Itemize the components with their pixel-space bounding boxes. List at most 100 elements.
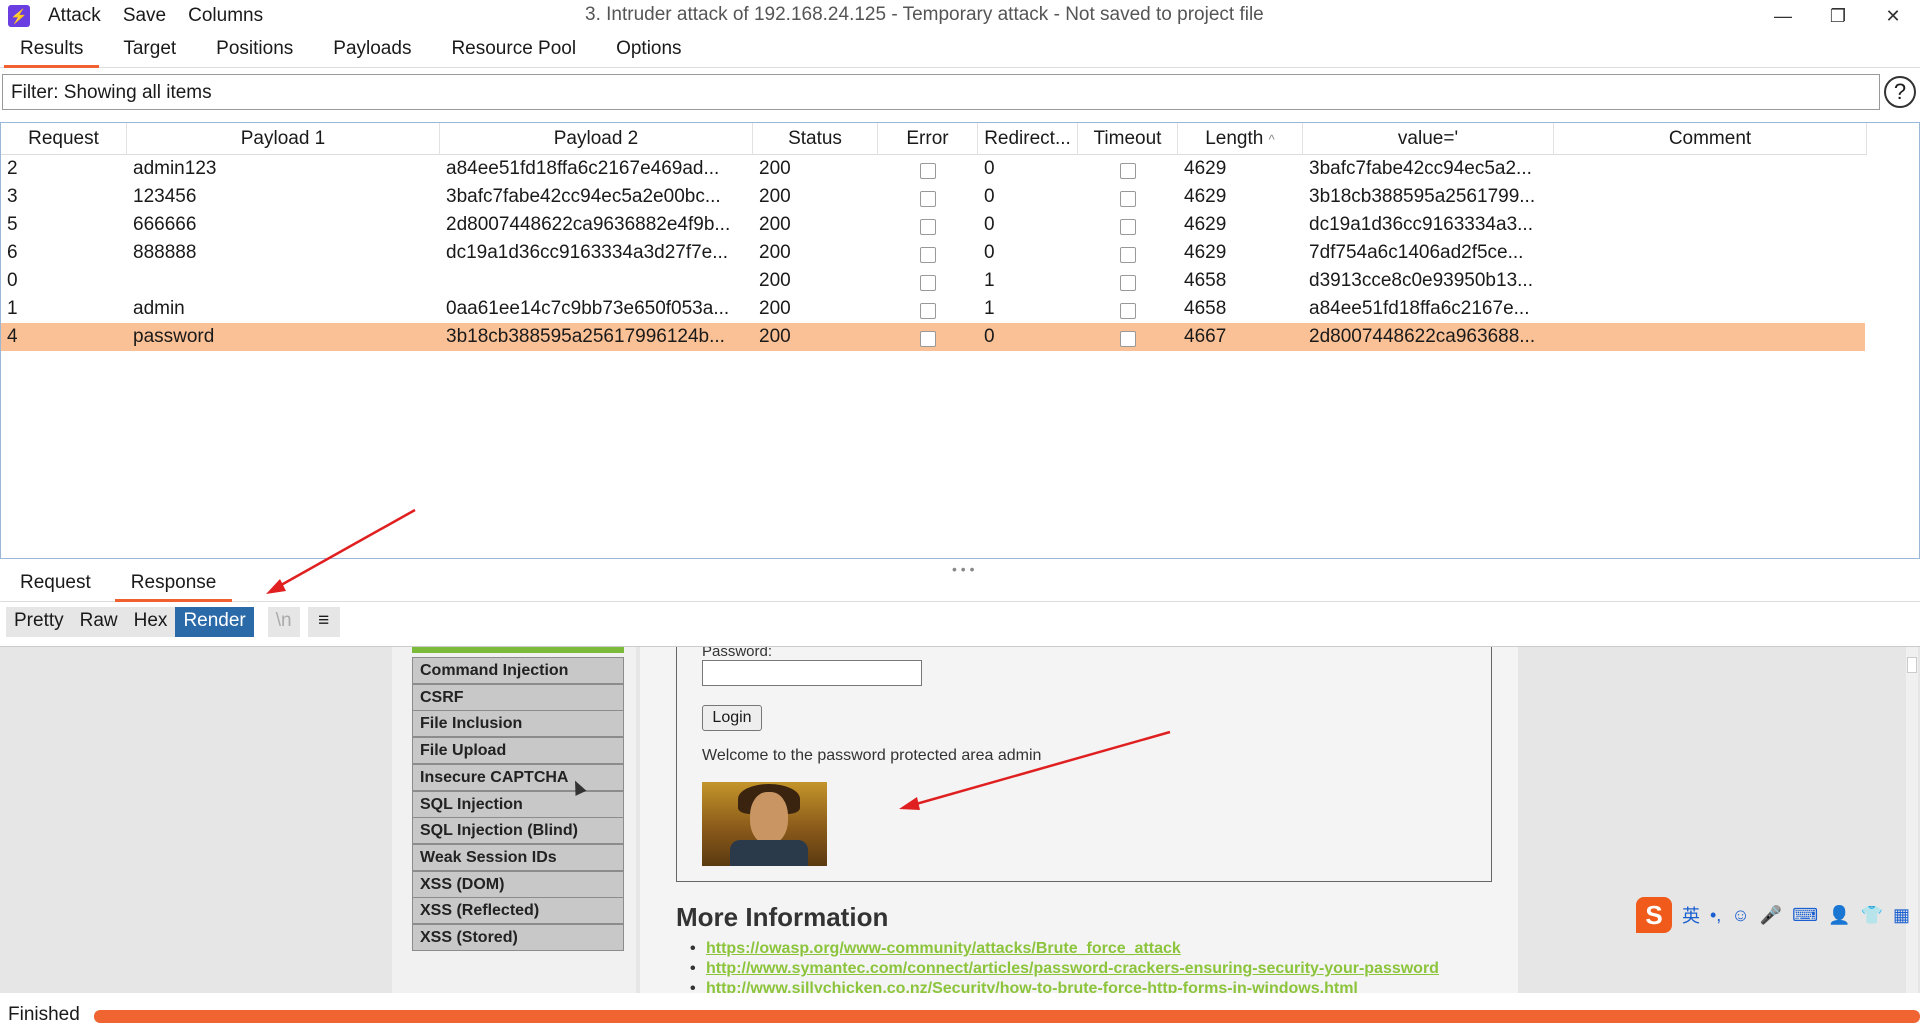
more-information-heading: More Information	[676, 902, 889, 932]
tab-positions[interactable]: Positions	[196, 32, 313, 68]
ime-user-icon[interactable]: 👤	[1828, 905, 1850, 926]
col-status[interactable]: Status	[753, 123, 878, 155]
nav-item[interactable]: CSRF	[412, 683, 624, 711]
menu-columns[interactable]: Columns	[188, 5, 263, 27]
minimize-button[interactable]: —	[1756, 0, 1810, 32]
checkbox-icon	[920, 331, 936, 347]
password-input[interactable]	[702, 660, 922, 686]
nav-active-item	[412, 647, 624, 653]
checkbox-icon	[920, 191, 936, 207]
table-row[interactable]: 4 password 3b18cb388595a25617996124b... 200…	[1, 323, 1865, 351]
col-redirect[interactable]: Redirect...	[978, 123, 1078, 155]
link-owasp[interactable]: https://owasp.org/www-community/attacks/…	[690, 940, 1439, 958]
raw-button[interactable]: Raw	[71, 607, 126, 637]
col-payload2[interactable]: Payload 2	[440, 123, 753, 155]
cell-value: 3bafc7fabe42cc94ec5a2...	[1309, 158, 1532, 179]
hex-button[interactable]: Hex	[125, 607, 176, 637]
restore-button[interactable]: ❐	[1811, 0, 1865, 32]
cell-request: 3	[7, 186, 18, 207]
col-length[interactable]: Length ^	[1178, 123, 1303, 155]
table-row[interactable]: 1 admin 0aa61ee14c7c9bb73e650f053a... 200 1 4…	[1, 295, 1865, 323]
nav-item[interactable]: Insecure CAPTCHA	[412, 763, 624, 791]
password-label: Password:	[702, 646, 773, 660]
link-sillychicken[interactable]: http://www.sillychicken.co.nz/Security/h…	[690, 980, 1439, 993]
nav-item[interactable]: File Upload	[412, 737, 624, 765]
menu-bar: Attack Save Columns	[48, 5, 285, 27]
ime-skin-icon[interactable]: 👕	[1861, 905, 1883, 926]
checkbox-icon	[920, 163, 936, 179]
window-title: 3. Intruder attack of 192.168.24.125 - T…	[585, 4, 1264, 25]
render-scroll-thumb[interactable]	[1907, 657, 1917, 673]
col-value[interactable]: value='	[1303, 123, 1554, 155]
cell-length: 4629	[1184, 186, 1227, 207]
cell-status: 200	[759, 242, 791, 263]
table-row[interactable]: 2 admin123 a84ee51fd18ffa6c2167e469ad... 20…	[1, 155, 1865, 183]
checkbox-icon	[1120, 247, 1136, 263]
login-button[interactable]: Login	[702, 705, 762, 731]
menu-lines-icon[interactable]: ≡	[307, 607, 340, 637]
nav-item[interactable]: File Inclusion	[412, 710, 624, 738]
cell-request: 1	[7, 298, 18, 319]
nav-item[interactable]: SQL Injection	[412, 790, 624, 818]
tab-resource-pool[interactable]: Resource Pool	[431, 32, 596, 68]
sogou-ime-icon[interactable]: S	[1636, 897, 1672, 933]
tab-options[interactable]: Options	[596, 32, 701, 68]
nav-item[interactable]: Weak Session IDs	[412, 843, 624, 871]
results-table: Request Payload 1 Payload 2 Status Error…	[0, 122, 1920, 559]
rendered-response: Command Injection CSRF File Inclusion File …	[0, 646, 1920, 993]
menu-attack[interactable]: Attack	[48, 5, 101, 27]
help-icon[interactable]: ?	[1884, 76, 1916, 108]
col-timeout[interactable]: Timeout	[1078, 123, 1178, 155]
nav-item[interactable]: XSS (Reflected)	[412, 897, 624, 925]
cell-timeout	[1078, 239, 1178, 267]
menu-save[interactable]: Save	[123, 5, 166, 27]
cell-timeout	[1078, 155, 1178, 183]
cell-payload2: 3bafc7fabe42cc94ec5a2e00bc...	[446, 186, 721, 207]
tab-request[interactable]: Request	[0, 566, 111, 602]
tab-results[interactable]: Results	[0, 32, 103, 68]
ime-voice-icon[interactable]: 🎤	[1760, 905, 1782, 926]
cell-error	[878, 183, 978, 211]
nav-item[interactable]: Command Injection	[412, 657, 624, 684]
col-request[interactable]: Request	[1, 123, 127, 155]
cell-redirect: 1	[984, 298, 995, 319]
cell-timeout	[1078, 211, 1178, 239]
cell-error	[878, 323, 978, 351]
render-scrollbar[interactable]	[1906, 647, 1918, 993]
tab-payloads[interactable]: Payloads	[313, 32, 431, 68]
checkbox-icon	[1120, 219, 1136, 235]
ime-punctuation-icon[interactable]: •,	[1710, 905, 1721, 926]
cell-redirect: 0	[984, 326, 995, 347]
col-payload1[interactable]: Payload 1	[127, 123, 440, 155]
cell-payload1: 666666	[133, 214, 197, 235]
tab-target[interactable]: Target	[103, 32, 196, 68]
table-row[interactable]: 5 666666 2d8007448622ca9636882e4f9b... 200 0…	[1, 211, 1865, 239]
table-row[interactable]: 6 888888 dc19a1d36cc9163334a3d27f7e... 200 0…	[1, 239, 1865, 267]
ime-emoji-icon[interactable]: ☺	[1731, 905, 1749, 926]
cell-redirect: 0	[984, 242, 995, 263]
render-button[interactable]: Render	[175, 607, 254, 637]
newline-toggle-button[interactable]: \n	[267, 607, 300, 637]
ime-grid-icon[interactable]: ▦	[1893, 905, 1910, 926]
cell-length: 4629	[1184, 158, 1227, 179]
filter-bar[interactable]: Filter: Showing all items	[2, 74, 1880, 110]
cell-error	[878, 267, 978, 295]
table-row[interactable]: 0 200 1 4658 d3913cce8c0e93950b13...	[1, 267, 1865, 295]
table-row[interactable]: 3 123456 3bafc7fabe42cc94ec5a2e00bc... 200 0…	[1, 183, 1865, 211]
col-error[interactable]: Error	[878, 123, 978, 155]
nav-item[interactable]: SQL Injection (Blind)	[412, 817, 624, 845]
cell-length: 4658	[1184, 298, 1227, 319]
ime-keyboard-icon[interactable]: ⌨	[1792, 905, 1818, 926]
pretty-button[interactable]: Pretty	[6, 607, 72, 637]
close-button[interactable]: ✕	[1866, 0, 1920, 32]
nav-item[interactable]: XSS (Stored)	[412, 924, 624, 951]
table-header: Request Payload 1 Payload 2 Status Error…	[1, 123, 1867, 155]
ime-language-toggle[interactable]: 英	[1682, 902, 1700, 928]
col-comment[interactable]: Comment	[1554, 123, 1867, 155]
link-symantec[interactable]: http://www.symantec.com/connect/articles…	[690, 960, 1439, 978]
cell-request: 2	[7, 158, 18, 179]
progress-fill	[94, 1010, 1920, 1023]
tab-response[interactable]: Response	[111, 566, 237, 602]
cell-redirect: 1	[984, 270, 995, 291]
nav-item[interactable]: XSS (DOM)	[412, 870, 624, 898]
